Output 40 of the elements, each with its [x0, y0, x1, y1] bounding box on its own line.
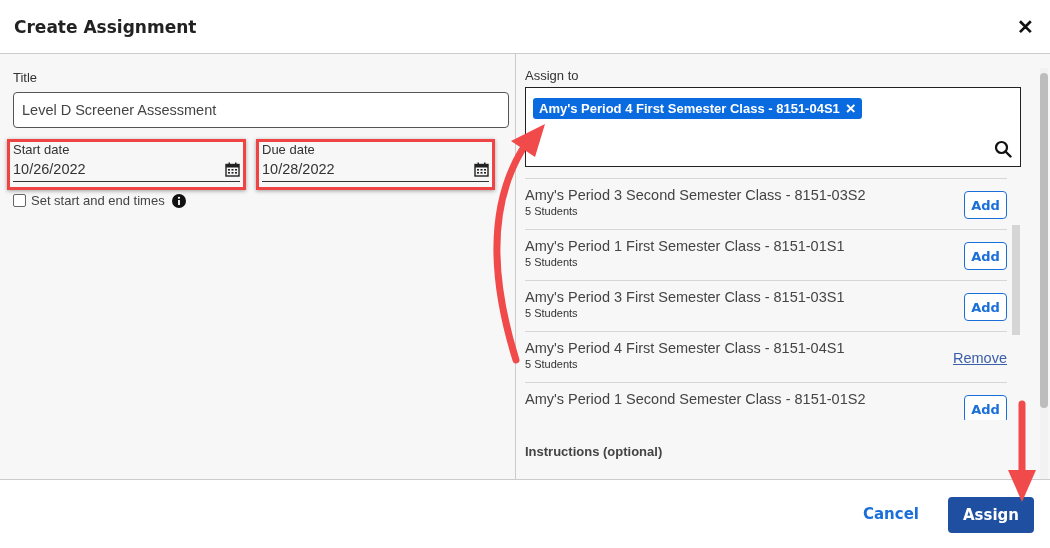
field-label: Title	[13, 70, 38, 85]
date-field[interactable]: Start date 10/26/2022	[13, 142, 240, 182]
student-count: 5 Students	[525, 256, 579, 268]
cancel-button[interactable]: Cancel	[859, 499, 923, 529]
calendar-icon[interactable]	[474, 161, 489, 177]
class-name: Amy's Period 4 First Semester Class - 8151-04S1	[525, 340, 845, 356]
field-label: Assign to	[525, 68, 580, 83]
student-count: 5 Students	[525, 307, 579, 319]
add-button[interactable]: Add	[964, 293, 1007, 321]
class-chip[interactable]: Amy's Period 4 First Semester Class - 8151-04S1 ×	[533, 98, 862, 119]
assign-button[interactable]: Assign	[948, 497, 1034, 533]
add-button[interactable]: Add	[964, 242, 1007, 270]
field-label: Due date	[262, 142, 315, 157]
class-name: Amy's Period 3 Second Semester Class - 8151-03S2	[525, 187, 866, 203]
title-input[interactable]: Level D Screener Assessment	[13, 92, 509, 128]
checkbox-label: Set start and end times	[31, 193, 165, 208]
search-icon[interactable]	[994, 140, 1012, 158]
scrollbar[interactable]	[1012, 225, 1020, 335]
dialog-title: Create Assignment	[14, 16, 197, 37]
calendar-icon[interactable]	[225, 161, 240, 177]
class-name: Amy's Period 1 Second Semester Class - 8151-01S2	[525, 391, 866, 407]
add-button[interactable]: Add	[964, 191, 1007, 219]
chip-remove-button[interactable]: ×	[845, 101, 856, 116]
scrollbar[interactable]	[1040, 68, 1048, 479]
field-label: Instructions (optional)	[525, 444, 664, 459]
chip-label: Amy's Period 4 First Semester Class - 8151-04S1	[539, 101, 840, 116]
info-icon[interactable]	[171, 193, 186, 208]
date-value: 10/28/2022	[262, 161, 335, 177]
remove-link[interactable]: Remove	[953, 350, 1007, 366]
class-name: Amy's Period 3 First Semester Class - 8151-03S1	[525, 289, 845, 305]
date-value: 10/26/2022	[13, 161, 86, 177]
close-button[interactable]: ✕	[1017, 14, 1036, 39]
student-count: 5 Students	[525, 358, 579, 370]
add-button[interactable]: Add	[964, 395, 1007, 420]
assign-to-field[interactable]: Amy's Period 4 First Semester Class - 8151-04S1 ×	[525, 87, 1021, 167]
field-label: Start date	[13, 142, 70, 157]
class-name: Amy's Period 1 First Semester Class - 8151-01S1	[525, 238, 845, 254]
checkbox[interactable]	[13, 194, 26, 207]
student-count: 5 Students	[525, 205, 579, 217]
date-field[interactable]: Due date 10/28/2022	[262, 142, 489, 182]
